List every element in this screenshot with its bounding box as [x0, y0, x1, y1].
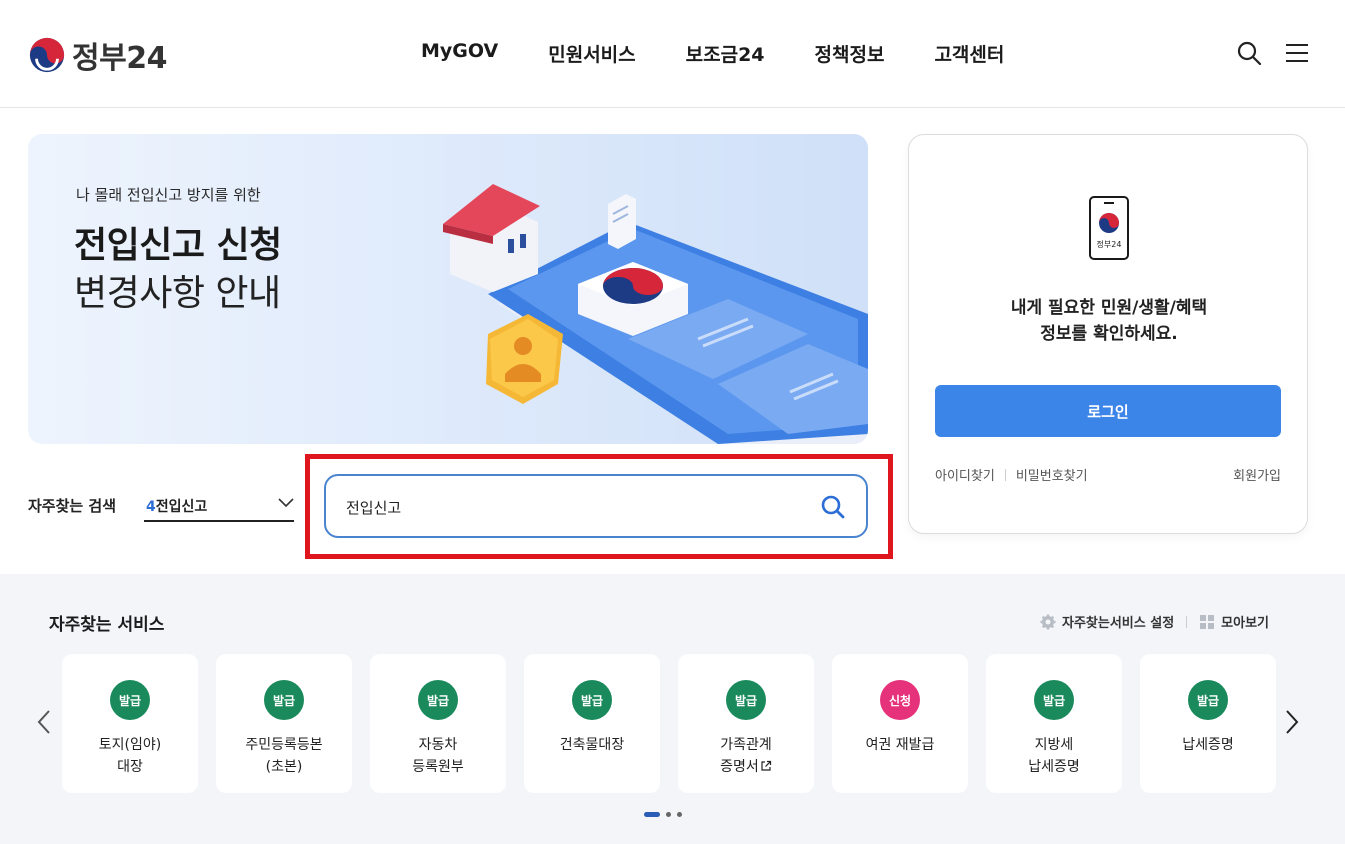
services-title: 자주찾는 서비스: [49, 615, 165, 635]
services-tools: 자주찾는서비스 설정 모아보기: [1040, 612, 1269, 631]
nav-mygov[interactable]: MyGOV: [396, 40, 523, 67]
login-message-line1: 내게 필요한 민원/생활/혜택: [1010, 298, 1208, 318]
services-settings-label: 자주찾는서비스 설정: [1061, 616, 1175, 631]
service-name: 주민등록등본 (초본): [216, 734, 352, 778]
service-name-line2: 납세증명: [1028, 759, 1080, 775]
service-card-land-register[interactable]: 발급 토지(임야) 대장: [62, 654, 198, 793]
service-name: 자동차 등록원부: [370, 734, 506, 778]
gov24-logo[interactable]: 정부24: [28, 33, 167, 77]
search-icon[interactable]: [1236, 40, 1262, 66]
service-badge: 발급: [110, 680, 150, 720]
pagination-dot[interactable]: [677, 812, 682, 817]
service-badge: 발급: [1034, 680, 1074, 720]
service-card-family-certificate[interactable]: 발급 가족관계 증명서: [678, 654, 814, 793]
service-name-line1: 토지(임야): [98, 737, 162, 753]
service-name-line2: (초본): [265, 759, 303, 775]
view-all-label: 모아보기: [1221, 616, 1269, 631]
mobile-gov24-icon: 정부24: [1089, 196, 1129, 260]
service-name-line1: 지방세: [1034, 737, 1074, 753]
nav-subsidy24[interactable]: 보조금24: [661, 40, 790, 67]
service-name-line2-wrap: 증명서: [678, 756, 814, 778]
login-message: 내게 필요한 민원/생활/혜택 정보를 확인하세요.: [909, 295, 1309, 347]
banner-title: 전입신고 신청 변경사항 안내: [74, 222, 282, 318]
taegeuk-icon: [29, 37, 65, 73]
divider: [1004, 468, 1006, 481]
login-button[interactable]: 로그인: [935, 385, 1281, 437]
frequent-search-select[interactable]: 4전입신고: [144, 490, 294, 522]
frequent-search-rank: 4: [146, 499, 156, 515]
chevron-down-icon: [278, 498, 294, 508]
main-nav: MyGOV 민원서비스 보조금24 정책정보 고객센터: [396, 40, 1029, 67]
phone-label: 정부24: [1097, 239, 1122, 249]
service-name: 토지(임야) 대장: [62, 734, 198, 778]
nav-civil-service[interactable]: 민원서비스: [523, 40, 660, 67]
service-name: 지방세 납세증명: [986, 734, 1122, 778]
service-name-line1: 납세증명: [1182, 737, 1234, 753]
service-card-resident-register[interactable]: 발급 주민등록등본 (초본): [216, 654, 352, 793]
login-card: 정부24 내게 필요한 민원/생활/혜택 정보를 확인하세요. 로그인 아이디찾…: [908, 134, 1308, 534]
service-name-line1: 자동차: [418, 737, 458, 753]
service-badge: 발급: [572, 680, 612, 720]
nav-customer-center[interactable]: 고객센터: [909, 40, 1029, 67]
service-name: 여권 재발급: [832, 734, 968, 756]
services-settings-button[interactable]: 자주찾는서비스 설정: [1040, 612, 1174, 631]
chevron-right-icon[interactable]: [1282, 708, 1302, 736]
divider: [1186, 615, 1188, 628]
service-badge: 발급: [1188, 680, 1228, 720]
service-name-line2: 대장: [117, 759, 143, 775]
find-id-link[interactable]: 아이디찾기: [935, 465, 995, 484]
service-card-local-tax-certificate[interactable]: 발급 지방세 납세증명: [986, 654, 1122, 793]
service-badge: 발급: [726, 680, 766, 720]
signup-link[interactable]: 회원가입: [1233, 465, 1281, 484]
service-badge: 발급: [418, 680, 458, 720]
carousel-pagination: [644, 812, 682, 817]
service-name: 가족관계 증명서: [678, 734, 814, 778]
nav-policy-info[interactable]: 정책정보: [790, 40, 910, 67]
banner-illustration: [443, 184, 868, 444]
frequent-search-label: 자주찾는 검색: [28, 497, 117, 515]
main-search-box: [324, 474, 868, 538]
service-card-passport-reissue[interactable]: 신청 여권 재발급: [832, 654, 968, 793]
grid-icon: [1200, 614, 1215, 629]
pagination-dot-active[interactable]: [644, 812, 660, 817]
view-all-button[interactable]: 모아보기: [1199, 612, 1269, 631]
frequent-search-keyword: 전입신고: [155, 499, 208, 515]
gear-icon: [1040, 614, 1056, 629]
service-name-line1: 건축물대장: [559, 737, 625, 753]
find-password-link[interactable]: 비밀번호찾기: [1016, 465, 1088, 484]
service-name-line1: 가족관계: [720, 737, 772, 753]
service-badge: 신청: [880, 680, 920, 720]
hamburger-menu-icon[interactable]: [1284, 40, 1310, 66]
frequent-services-section: 자주찾는 서비스 자주찾는서비스 설정 모아보기 발급 토지(임야) 대장 발급…: [0, 574, 1345, 844]
login-links: 아이디찾기 비밀번호찾기 회원가입: [935, 465, 1281, 484]
service-name-line1: 여권 재발급: [865, 737, 935, 753]
service-card-list: 발급 토지(임야) 대장 발급 주민등록등본 (초본) 발급 자동차 등록원부 …: [62, 654, 1276, 793]
service-name-line2: 등록원부: [412, 759, 464, 775]
service-name: 납세증명: [1140, 734, 1276, 756]
service-name-line1: 주민등록등본: [245, 737, 323, 753]
main-search-input[interactable]: [346, 494, 786, 520]
service-badge: 발급: [264, 680, 304, 720]
service-card-tax-certificate[interactable]: 발급 납세증명: [1140, 654, 1276, 793]
site-header: 정부24 MyGOV 민원서비스 보조금24 정책정보 고객센터: [0, 0, 1345, 108]
service-card-building-register[interactable]: 발급 건축물대장: [524, 654, 660, 793]
service-name: 건축물대장: [524, 734, 660, 756]
login-message-line2: 정보를 확인하세요.: [1040, 324, 1178, 344]
external-link-icon: [761, 760, 771, 771]
banner-title-line2: 변경사항 안내: [74, 273, 281, 314]
pagination-dot[interactable]: [666, 812, 671, 817]
main-banner[interactable]: 나 몰래 전입신고 방지를 위한 전입신고 신청 변경사항 안내: [28, 134, 868, 444]
chevron-left-icon[interactable]: [34, 708, 54, 736]
banner-title-line1: 전입신고 신청: [74, 225, 282, 266]
search-submit-icon[interactable]: [820, 494, 846, 520]
frequent-search-value: 4전입신고: [146, 496, 207, 516]
logo-text: 정부24: [72, 41, 167, 76]
banner-subtitle: 나 몰래 전입신고 방지를 위한: [76, 186, 261, 204]
service-name-line2: 증명서: [720, 759, 759, 775]
service-card-vehicle-register[interactable]: 발급 자동차 등록원부: [370, 654, 506, 793]
